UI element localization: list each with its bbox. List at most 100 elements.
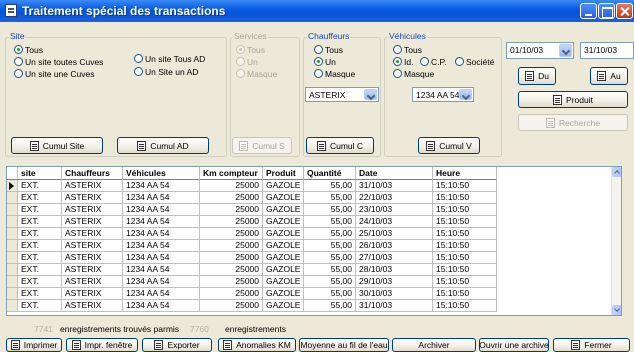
- cumul-ad-button[interactable]: Cumul AD: [117, 137, 209, 154]
- date-du-button[interactable]: Du: [518, 67, 556, 85]
- services-radio-masque[interactable]: Masque: [236, 68, 277, 79]
- site-radio-tous[interactable]: Tous: [14, 44, 43, 55]
- row-selector[interactable]: [7, 240, 18, 252]
- cumul-chauffeurs-button[interactable]: Cumul C: [306, 137, 374, 154]
- table-row[interactable]: EXT. ASTERIX 1234 AA 54 25000 GAZOLE 55,00 25/…: [7, 228, 613, 240]
- column-header-produit[interactable]: Produit: [263, 167, 304, 180]
- row-selector[interactable]: [7, 180, 18, 192]
- cell-quantite: 55,00: [304, 204, 356, 216]
- cell-chauffeur: ASTERIX: [62, 228, 123, 240]
- fermer-button[interactable]: Fermer: [553, 338, 630, 352]
- vertical-scrollbar[interactable]: [611, 167, 621, 315]
- row-selector[interactable]: [7, 288, 18, 300]
- cell-quantite: 55,00: [304, 252, 356, 264]
- maximize-button[interactable]: [598, 3, 615, 19]
- vehicules-radio-societe[interactable]: Société: [455, 56, 494, 67]
- row-selector[interactable]: [7, 204, 18, 216]
- ouvrir-archive-button[interactable]: Ouvrir une archive: [479, 338, 549, 352]
- chauffeurs-radio-un[interactable]: Un: [314, 56, 336, 67]
- moyenne-button[interactable]: Moyenne au fil de l'eau: [299, 338, 389, 352]
- cell-date: 27/10/03: [356, 252, 433, 264]
- app-icon: [5, 4, 17, 17]
- vehicule-select[interactable]: 1234 AA 54: [412, 87, 474, 102]
- date-to-picker[interactable]: 31/10/03: [580, 42, 634, 59]
- table-row[interactable]: EXT. ASTERIX 1234 AA 54 25000 GAZOLE 55,00 22/…: [7, 192, 613, 204]
- cell-date: 28/10/03: [356, 264, 433, 276]
- row-selector[interactable]: [7, 252, 18, 264]
- table-row[interactable]: EXT. ASTERIX 1234 AA 54 25000 GAZOLE 55,00 31/…: [7, 180, 613, 192]
- scroll-down-icon[interactable]: [612, 305, 621, 315]
- impr-fenetre-button[interactable]: Impr. fenêtre: [66, 338, 138, 352]
- services-radio-un[interactable]: Un: [236, 56, 258, 67]
- services-radio-tous[interactable]: Tous: [236, 44, 265, 55]
- table-row[interactable]: EXT. ASTERIX 1234 AA 54 25000 GAZOLE 55,00 24/…: [7, 216, 613, 228]
- produit-button[interactable]: Produit: [518, 91, 628, 108]
- row-selector[interactable]: [7, 300, 18, 312]
- scroll-up-icon[interactable]: [612, 167, 621, 177]
- column-header-km-compteur[interactable]: Km compteur: [200, 167, 263, 180]
- vehicules-radio-cp[interactable]: C.P.: [420, 56, 446, 67]
- chevron-down-icon[interactable]: [364, 89, 377, 100]
- row-selector[interactable]: [7, 216, 18, 228]
- cumul-site-button[interactable]: Cumul Site: [11, 137, 103, 154]
- chauffeurs-radio-masque[interactable]: Masque: [314, 68, 355, 79]
- imprimer-button[interactable]: Imprimer: [6, 338, 62, 352]
- cell-km-compteur: 25000: [200, 216, 263, 228]
- cell-km-compteur: 25000: [200, 264, 263, 276]
- row-selector[interactable]: [7, 228, 18, 240]
- chauffeur-select[interactable]: ASTERIX: [305, 87, 379, 102]
- site-radio-un-site-tous-ad[interactable]: Un site Tous AD: [134, 53, 205, 64]
- archiver-button[interactable]: Archiver: [392, 338, 476, 352]
- recherche-button[interactable]: Recherche: [518, 114, 628, 131]
- chevron-down-icon[interactable]: [459, 89, 472, 100]
- vehicules-radio-id[interactable]: Id.: [393, 56, 413, 67]
- transactions-table[interactable]: site Chauffeurs Véhicules Km compteur Pr…: [6, 166, 622, 316]
- cell-produit: GAZOLE: [263, 252, 304, 264]
- site-radio-un-site-une-cuves[interactable]: Un site une Cuves: [14, 68, 94, 79]
- site-radio-un-site-un-ad[interactable]: Un Site un AD: [134, 66, 198, 77]
- cell-vehicule: 1234 AA 54: [123, 192, 200, 204]
- column-header-vehicules[interactable]: Véhicules: [123, 167, 200, 180]
- site-radio-un-site-toutes-cuves[interactable]: Un site toutes Cuves: [14, 56, 103, 67]
- cell-quantite: 55,00: [304, 240, 356, 252]
- column-header-chauffeurs[interactable]: Chauffeurs: [62, 167, 123, 180]
- table-row[interactable]: EXT. ASTERIX 1234 AA 54 25000 GAZOLE 55,00 28/…: [7, 264, 613, 276]
- cell-produit: GAZOLE: [263, 192, 304, 204]
- row-selector[interactable]: [7, 264, 18, 276]
- table-row[interactable]: EXT. ASTERIX 1234 AA 54 25000 GAZOLE 55,00 30/…: [7, 288, 613, 300]
- row-selector[interactable]: [7, 192, 18, 204]
- chevron-down-icon[interactable]: [559, 44, 572, 57]
- cell-km-compteur: 25000: [200, 300, 263, 312]
- cell-km-compteur: 25000: [200, 228, 263, 240]
- column-header-heure[interactable]: Heure: [433, 167, 497, 180]
- table-row[interactable]: EXT. ASTERIX 1234 AA 54 25000 GAZOLE 55,00 23/…: [7, 204, 613, 216]
- calculator-icon: [239, 140, 249, 151]
- table-row[interactable]: EXT. ASTERIX 1234 AA 54 25000 GAZOLE 55,00 26/…: [7, 240, 613, 252]
- table-row[interactable]: EXT. ASTERIX 1234 AA 54 25000 GAZOLE 55,00 31/…: [7, 300, 613, 312]
- cumul-vehicules-button[interactable]: Cumul V: [418, 137, 480, 154]
- row-selector[interactable]: [7, 276, 18, 288]
- site-group-title: Site: [9, 31, 26, 41]
- exporter-button[interactable]: Exporter: [142, 338, 212, 352]
- column-header-site[interactable]: site: [18, 167, 62, 180]
- cell-chauffeur: ASTERIX: [62, 216, 123, 228]
- radio-dot: [455, 57, 464, 66]
- column-header-date[interactable]: Date: [356, 167, 433, 180]
- date-from-picker[interactable]: 01/10/03: [506, 42, 574, 59]
- cell-chauffeur: ASTERIX: [62, 276, 123, 288]
- cumul-services-button[interactable]: Cumul S: [232, 137, 292, 154]
- anomalies-km-button[interactable]: Anomalies KM: [218, 338, 296, 352]
- cell-produit: GAZOLE: [263, 204, 304, 216]
- vehicules-radio-tous[interactable]: Tous: [393, 44, 422, 55]
- vehicules-radio-masque[interactable]: Masque: [393, 68, 434, 79]
- chauffeurs-radio-tous[interactable]: Tous: [314, 44, 343, 55]
- cell-quantite: 55,00: [304, 180, 356, 192]
- table-row[interactable]: EXT. ASTERIX 1234 AA 54 25000 GAZOLE 55,00 29/…: [7, 276, 613, 288]
- cell-vehicule: 1234 AA 54: [123, 240, 200, 252]
- table-row[interactable]: EXT. ASTERIX 1234 AA 54 25000 GAZOLE 55,00 27/…: [7, 252, 613, 264]
- minimize-button[interactable]: [580, 3, 597, 19]
- close-button[interactable]: [616, 3, 633, 19]
- date-au-button[interactable]: Au: [590, 67, 628, 85]
- cell-vehicule: 1234 AA 54: [123, 204, 200, 216]
- column-header-quantite[interactable]: Quantité: [304, 167, 356, 180]
